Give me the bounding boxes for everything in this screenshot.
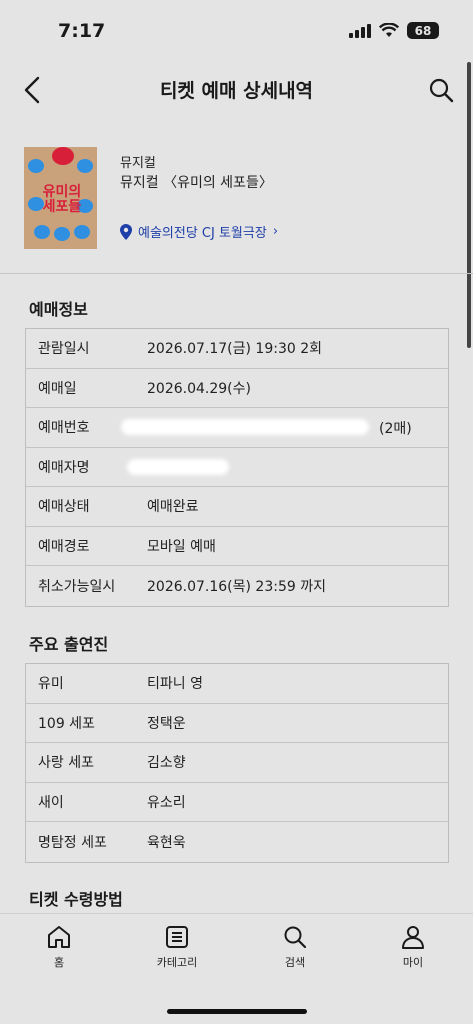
table-row: 예매상태 예매완료	[26, 487, 448, 527]
status-time: 7:17	[58, 20, 106, 42]
row-label: 사랑 세포	[38, 755, 94, 772]
tab-label: 카테고리	[156, 956, 198, 969]
row-value: 티파니 영	[147, 676, 203, 693]
row-value: 2026.07.17(금) 19:30 2회	[147, 341, 322, 358]
redacted-booking-number	[121, 419, 369, 436]
row-value: 유소리	[147, 794, 186, 811]
row-label: 109 세포	[38, 715, 95, 732]
table-row: 유미 티파니 영	[26, 664, 448, 704]
tab-home[interactable]: 홈	[19, 924, 99, 970]
location-pin-icon	[120, 223, 132, 240]
table-row: 관람일시 2026.07.17(금) 19:30 2회	[26, 329, 448, 369]
cast-section-title: 주요 출연진	[29, 635, 109, 654]
event-poster[interactable]: 유미의 세포들	[24, 147, 97, 249]
search-icon[interactable]	[427, 76, 455, 104]
booking-info-table: 관람일시 2026.07.17(금) 19:30 2회 예매일 2026.04.…	[25, 328, 449, 607]
event-category: 뮤지컬	[120, 156, 156, 171]
booking-section-title: 예매정보	[29, 300, 88, 319]
ticket-count: (2매)	[379, 421, 412, 438]
event-summary: 유미의 세포들 뮤지컬 뮤지컬 〈유미의 세포들〉 예술의전당 CJ 토월극장 …	[0, 130, 473, 274]
tab-label: 검색	[284, 956, 306, 969]
row-label: 예매상태	[38, 499, 90, 516]
table-row: 취소가능일시 2026.07.16(목) 23:59 까지	[26, 566, 448, 606]
home-indicator	[167, 1009, 307, 1014]
row-label: 예매일	[38, 380, 77, 397]
table-row: 사랑 세포 김소향	[26, 743, 448, 783]
table-row: 예매번호 (2매)	[26, 408, 448, 448]
search-icon	[284, 926, 307, 949]
venue-link[interactable]: 예술의전당 CJ 토월극장 ›	[120, 222, 278, 241]
venue-name: 예술의전당 CJ 토월극장	[138, 226, 267, 241]
tab-bar: 홈 카테고리 검색 마이	[0, 913, 473, 1024]
battery-indicator: 68	[407, 22, 439, 39]
list-icon	[166, 926, 188, 948]
signal-icon	[349, 23, 371, 38]
divider	[0, 273, 473, 274]
tab-search[interactable]: 검색	[255, 924, 335, 970]
tab-label: 마이	[402, 956, 424, 969]
table-row: 새이 유소리	[26, 783, 448, 822]
person-icon	[402, 926, 424, 949]
home-icon	[48, 926, 70, 948]
tab-my[interactable]: 마이	[373, 924, 453, 970]
redacted-booker-name	[127, 458, 229, 475]
tab-label: 홈	[53, 956, 65, 969]
row-value: 2026.04.29(수)	[147, 380, 251, 397]
row-label: 명탐정 세포	[38, 834, 107, 851]
event-title: 뮤지컬 〈유미의 세포들〉	[120, 175, 273, 191]
row-value: 2026.07.16(목) 23:59 까지	[147, 578, 326, 595]
status-icons: 68	[349, 22, 439, 39]
row-label: 취소가능일시	[38, 578, 116, 595]
row-value: 육현욱	[147, 834, 186, 851]
cast-table: 유미 티파니 영 109 세포 정택운 사랑 세포 김소향 새이 유소리 명탐정…	[25, 663, 449, 863]
status-bar: 7:17 68	[0, 0, 473, 60]
chevron-right-icon: ›	[272, 224, 279, 239]
row-value: 김소향	[147, 755, 186, 772]
tab-category[interactable]: 카테고리	[137, 924, 217, 970]
wifi-icon	[379, 23, 399, 37]
row-value: 정택운	[147, 715, 186, 732]
row-label: 관람일시	[38, 341, 90, 358]
row-label: 새이	[38, 794, 64, 811]
page-title: 티켓 예매 상세내역	[159, 80, 314, 102]
table-row: 예매자명	[26, 448, 448, 487]
pickup-section-title: 티켓 수령방법	[29, 890, 123, 909]
header: 티켓 예매 상세내역	[0, 62, 473, 118]
row-label: 유미	[38, 676, 64, 693]
row-value: 예매완료	[147, 499, 199, 516]
table-row: 예매경로 모바일 예매	[26, 527, 448, 566]
table-row: 109 세포 정택운	[26, 704, 448, 743]
row-label: 예매경로	[38, 538, 90, 555]
table-row: 예매일 2026.04.29(수)	[26, 369, 448, 408]
row-value: 모바일 예매	[147, 538, 216, 555]
table-row: 명탐정 세포 육현욱	[26, 822, 448, 862]
poster-title: 유미의 세포들	[42, 184, 82, 215]
